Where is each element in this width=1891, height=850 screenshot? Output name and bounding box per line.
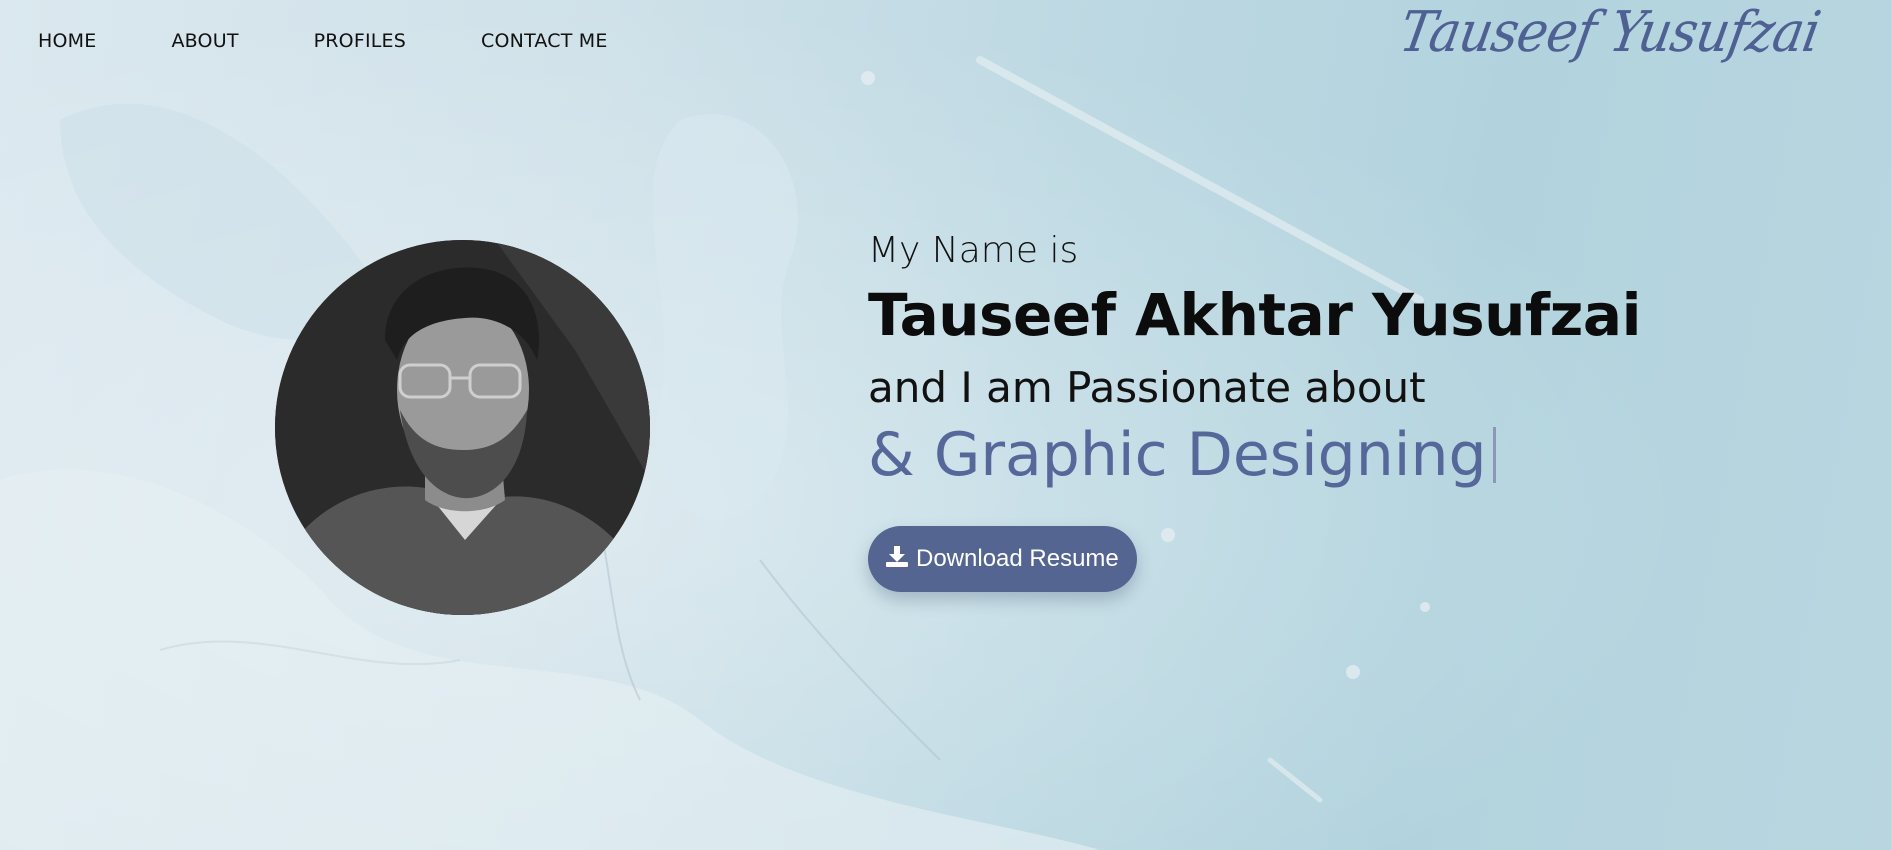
nav-home[interactable]: HOME: [38, 30, 96, 52]
download-resume-label: Download Resume: [916, 545, 1119, 572]
full-name-heading: Tauseef Akhtar Yusufzai: [868, 281, 1641, 349]
nav-contact-me[interactable]: CONTACT ME: [481, 30, 608, 52]
intro-text: My Name is: [868, 230, 1079, 271]
site-logo[interactable]: Tauseef Yusufzai: [1395, 0, 1825, 65]
hero-intro: My Name is Tauseef Akhtar Yusufzai and I…: [868, 230, 1641, 592]
typing-caret: [1492, 427, 1496, 483]
typed-skill-line: & Graphic Designing: [868, 420, 1641, 490]
passion-intro-text: and I am Passionate about: [868, 363, 1426, 412]
nav-profiles[interactable]: PROFILES: [314, 30, 406, 52]
typed-skill-text: & Graphic Designing: [868, 420, 1487, 490]
download-icon: [886, 545, 908, 574]
profile-photo: [275, 240, 650, 615]
main-nav: HOME ABOUT PROFILES CONTACT ME: [38, 30, 608, 52]
download-resume-button[interactable]: Download Resume: [868, 526, 1137, 592]
nav-about[interactable]: ABOUT: [171, 30, 238, 52]
